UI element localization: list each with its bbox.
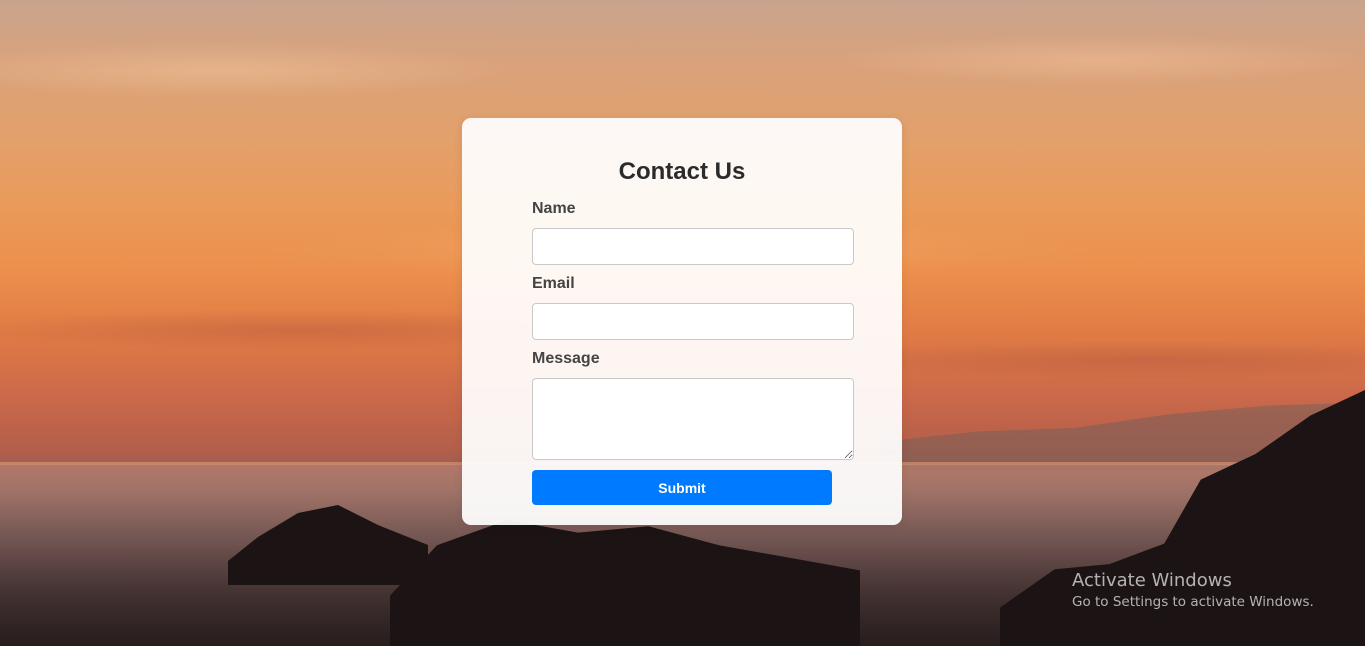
email-label: Email: [532, 275, 575, 292]
message-label: Message: [532, 350, 600, 367]
watermark-subtitle: Go to Settings to activate Windows.: [1072, 594, 1314, 610]
contact-form-card: Contact Us Name Email Message Submit: [462, 118, 902, 525]
activate-windows-watermark: Activate Windows Go to Settings to activ…: [1072, 570, 1314, 612]
name-label: Name: [532, 200, 576, 217]
watermark-title: Activate Windows: [1072, 570, 1232, 591]
name-field[interactable]: [532, 228, 854, 265]
message-field[interactable]: [532, 378, 854, 460]
form-title: Contact Us: [618, 158, 746, 185]
email-field[interactable]: [532, 303, 854, 340]
submit-button[interactable]: Submit: [532, 470, 832, 505]
